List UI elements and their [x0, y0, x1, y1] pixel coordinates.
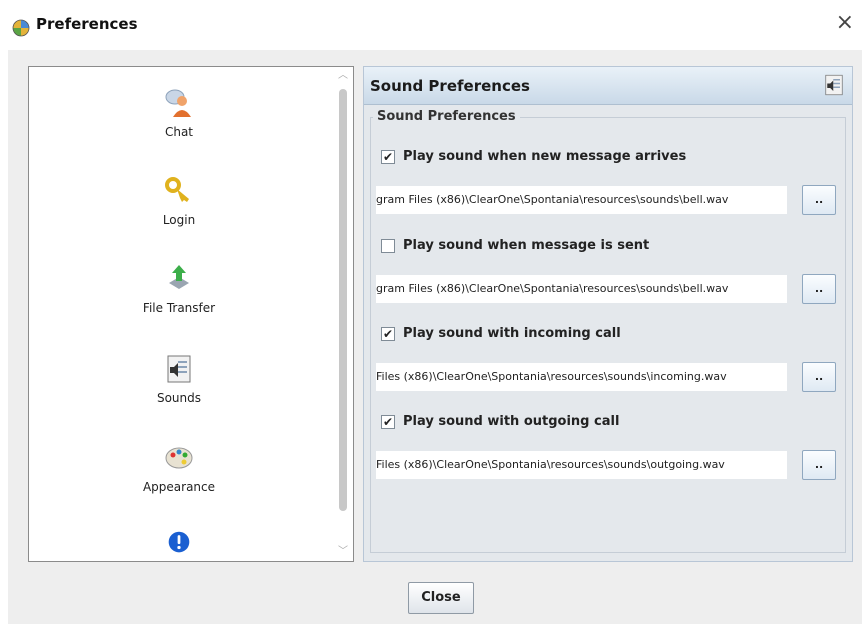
scroll-down-icon[interactable]: ﹀ [337, 547, 349, 557]
group-title: Sound Preferences [373, 109, 520, 124]
sidebar-scrollbar[interactable]: ︿ ﹀ [333, 69, 351, 559]
window-close-icon[interactable]: × [836, 12, 854, 34]
sound-path-text: Files (x86)\ClearOne\Spontania\resources… [376, 458, 725, 471]
sidebar-item-file-transfer[interactable]: File Transfer [29, 263, 329, 315]
sidebar-label-login: Login [162, 213, 196, 227]
dialog-body: Chat Login File Transfer Sounds Appearan… [8, 50, 862, 624]
close-button[interactable]: Close [408, 582, 474, 614]
sounds-icon [167, 355, 191, 383]
sound-path-text: gram Files (x86)\ClearOne\Spontania\reso… [376, 193, 729, 206]
sidebar-item-appearance[interactable]: Appearance [29, 442, 329, 494]
sidebar-label-file-transfer: File Transfer [142, 301, 216, 315]
browse-button[interactable]: .. [802, 362, 836, 392]
checkbox-incoming-call[interactable]: ✔ [381, 327, 395, 341]
scroll-up-icon[interactable]: ︿ [337, 71, 349, 81]
info-icon [168, 531, 190, 553]
panel-header: Sound Preferences [364, 67, 852, 105]
window-title: Preferences [36, 15, 138, 33]
sound-preferences-group: Sound Preferences ✔ Play sound when new … [370, 109, 846, 553]
checkbox-outgoing-call[interactable]: ✔ [381, 415, 395, 429]
sound-path-field[interactable]: Files (x86)\ClearOne\Spontania\resources… [376, 451, 787, 479]
sidebar-label-appearance: Appearance [142, 480, 216, 494]
sound-path-text: gram Files (x86)\ClearOne\Spontania\reso… [376, 282, 729, 295]
sounds-icon [825, 74, 843, 96]
checkbox-new-message[interactable]: ✔ [381, 150, 395, 164]
sidebar-item-about[interactable] [29, 531, 329, 553]
sound-path-field[interactable]: gram Files (x86)\ClearOne\Spontania\reso… [376, 186, 787, 214]
palette-icon [165, 447, 193, 469]
sound-path-field[interactable]: gram Files (x86)\ClearOne\Spontania\reso… [376, 275, 787, 303]
sound-preferences-panel: Sound Preferences Sound Preferences ✔ Pl… [363, 66, 853, 562]
option-label: Play sound with incoming call [403, 326, 621, 341]
browse-button[interactable]: .. [802, 185, 836, 215]
option-label: Play sound when new message arrives [403, 149, 687, 164]
option-label: Play sound with outgoing call [403, 414, 620, 429]
browse-button[interactable]: .. [802, 450, 836, 480]
key-icon [165, 177, 189, 202]
sidebar-item-sounds[interactable]: Sounds [29, 353, 329, 405]
option-label: Play sound when message is sent [403, 238, 650, 253]
sidebar-label-sounds: Sounds [156, 391, 202, 405]
sidebar-item-chat[interactable]: Chat [29, 87, 329, 139]
browse-button[interactable]: .. [802, 274, 836, 304]
scroll-thumb[interactable] [339, 89, 347, 511]
title-bar: Preferences × [0, 0, 862, 50]
app-globe-icon [12, 19, 30, 37]
sidebar-label-chat: Chat [164, 125, 194, 139]
panel-title: Sound Preferences [370, 77, 530, 95]
sidebar-item-login[interactable]: Login [29, 175, 329, 227]
chat-user-icon [165, 89, 191, 117]
file-transfer-icon [169, 265, 189, 289]
checkbox-message-sent[interactable] [381, 239, 395, 253]
sound-path-field[interactable]: Files (x86)\ClearOne\Spontania\resources… [376, 363, 787, 391]
sound-path-text: Files (x86)\ClearOne\Spontania\resources… [376, 370, 727, 383]
preferences-sidebar: Chat Login File Transfer Sounds Appearan… [28, 66, 354, 562]
